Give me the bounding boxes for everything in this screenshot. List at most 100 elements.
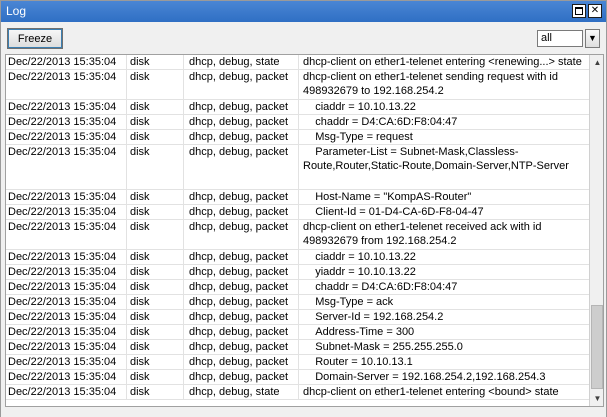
log-row[interactable]: Dec/22/2013 15:35:04 disk dhcp, debug, pac… <box>6 130 589 145</box>
log-message: dhcp-client on ether1-telenet entering <… <box>303 386 559 398</box>
filter-select[interactable]: all <box>537 30 583 47</box>
log-window: Log ✕ Freeze all ▼ Dec/22/2013 15:35:04 d… <box>0 0 607 417</box>
log-message: Subnet-Mask = 255.255.255.0 <box>303 341 463 353</box>
title-bar[interactable]: Log ✕ <box>1 1 606 22</box>
status-bar <box>1 409 606 417</box>
log-message: ciaddr = 10.10.13.22 <box>303 251 416 263</box>
log-tags: dhcp, debug, packet <box>185 70 299 99</box>
log-topic: disk <box>128 355 184 369</box>
log-tags: dhcp, debug, packet <box>185 145 299 189</box>
scroll-down-icon[interactable]: ▼ <box>590 391 603 406</box>
vertical-scrollbar[interactable]: ▲ ▼ <box>589 55 603 406</box>
log-row[interactable]: Dec/22/2013 15:35:04 disk dhcp, debug, pac… <box>6 295 589 310</box>
log-row[interactable]: Dec/22/2013 15:35:04 disk dhcp, debug, pac… <box>6 115 589 130</box>
log-topic: disk <box>128 325 184 339</box>
log-message: dhcp-client on ether1-telenet sending re… <box>303 71 562 97</box>
log-row[interactable]: Dec/22/2013 15:35:04 disk dhcp, debug, pac… <box>6 100 589 115</box>
log-message: Domain-Server = 192.168.254.2,192.168.25… <box>303 371 546 383</box>
log-time: Dec/22/2013 15:35:04 <box>8 385 127 399</box>
maximize-icon <box>575 7 583 15</box>
log-topic: disk <box>128 100 184 114</box>
filter-dropdown-button[interactable]: ▼ <box>585 29 600 48</box>
log-row[interactable]: Dec/22/2013 15:35:04 disk dhcp, debug, pac… <box>6 370 589 385</box>
log-topic: disk <box>128 370 184 384</box>
log-row[interactable]: Dec/22/2013 15:35:04 disk dhcp, debug, pac… <box>6 205 589 220</box>
log-time: Dec/22/2013 15:35:04 <box>8 265 127 279</box>
log-tags: dhcp, debug, packet <box>185 100 299 114</box>
scroll-up-icon[interactable]: ▲ <box>590 55 603 70</box>
log-message: yiaddr = 10.10.13.22 <box>303 266 416 278</box>
freeze-button[interactable]: Freeze <box>7 28 63 49</box>
log-tags: dhcp, debug, packet <box>185 295 299 309</box>
log-tags: dhcp, debug, packet <box>185 340 299 354</box>
log-time: Dec/22/2013 15:35:04 <box>8 220 127 249</box>
log-row[interactable]: Dec/22/2013 15:35:04 disk dhcp, debug, pac… <box>6 190 589 205</box>
close-icon: ✕ <box>590 5 600 16</box>
log-row[interactable]: Dec/22/2013 15:35:04 disk dhcp, debug, pac… <box>6 340 589 355</box>
log-time: Dec/22/2013 15:35:04 <box>8 250 127 264</box>
log-tags: dhcp, debug, packet <box>185 130 299 144</box>
log-time: Dec/22/2013 15:35:04 <box>8 130 127 144</box>
log-row[interactable]: Dec/22/2013 15:35:04 disk dhcp, debug, sta… <box>6 385 589 400</box>
log-row[interactable]: Dec/22/2013 15:35:04 disk dhcp, debug, pac… <box>6 265 589 280</box>
log-row[interactable]: Dec/22/2013 15:35:04 disk dhcp, debug, pac… <box>6 355 589 370</box>
log-time: Dec/22/2013 15:35:04 <box>8 115 127 129</box>
log-row[interactable]: Dec/22/2013 15:35:04 disk dhcp, debug, pac… <box>6 250 589 265</box>
log-row[interactable]: Dec/22/2013 15:35:04 disk dhcp, debug, pac… <box>6 280 589 295</box>
log-topic: disk <box>128 220 184 249</box>
log-topic: disk <box>128 250 184 264</box>
chevron-down-icon: ▼ <box>588 33 597 43</box>
log-time: Dec/22/2013 15:35:04 <box>8 325 127 339</box>
log-tags: dhcp, debug, packet <box>185 190 299 204</box>
log-tags: dhcp, debug, packet <box>185 265 299 279</box>
log-topic: disk <box>128 145 184 189</box>
log-time: Dec/22/2013 15:35:04 <box>8 295 127 309</box>
log-time: Dec/22/2013 15:35:04 <box>8 190 127 204</box>
log-time: Dec/22/2013 15:35:04 <box>8 70 127 99</box>
log-tags: dhcp, debug, packet <box>185 280 299 294</box>
log-time: Dec/22/2013 15:35:04 <box>8 100 127 114</box>
log-time: Dec/22/2013 15:35:04 <box>8 145 127 189</box>
log-topic: disk <box>128 280 184 294</box>
close-button[interactable]: ✕ <box>588 4 602 18</box>
log-row[interactable]: Dec/22/2013 15:35:04 disk dhcp, debug, sta… <box>6 55 589 70</box>
log-list[interactable]: Dec/22/2013 15:35:04 disk dhcp, debug, sta… <box>5 54 604 407</box>
log-message: Client-Id = 01-D4-CA-6D-F8-04-47 <box>303 206 484 218</box>
toolbar: Freeze all ▼ <box>1 22 606 52</box>
log-message: Server-Id = 192.168.254.2 <box>303 311 444 323</box>
log-tags: dhcp, debug, packet <box>185 310 299 324</box>
log-time: Dec/22/2013 15:35:04 <box>8 55 127 69</box>
log-topic: disk <box>128 70 184 99</box>
log-row[interactable]: Dec/22/2013 15:35:04 disk dhcp, debug, pac… <box>6 145 589 190</box>
log-tags: dhcp, debug, packet <box>185 250 299 264</box>
log-time: Dec/22/2013 15:35:04 <box>8 280 127 294</box>
log-topic: disk <box>128 190 184 204</box>
maximize-button[interactable] <box>572 4 586 18</box>
log-topic: disk <box>128 115 184 129</box>
log-topic: disk <box>128 385 184 399</box>
log-topic: disk <box>128 340 184 354</box>
log-tags: dhcp, debug, state <box>185 55 299 69</box>
log-topic: disk <box>128 310 184 324</box>
scrollbar-thumb[interactable] <box>591 305 603 389</box>
log-message: Router = 10.10.13.1 <box>303 356 413 368</box>
log-message: chaddr = D4:CA:6D:F8:04:47 <box>303 281 458 293</box>
log-message: dhcp-client on ether1-telenet received a… <box>303 221 545 247</box>
log-row[interactable]: Dec/22/2013 15:35:04 disk dhcp, debug, pac… <box>6 220 589 250</box>
log-tags: dhcp, debug, packet <box>185 325 299 339</box>
log-rows: Dec/22/2013 15:35:04 disk dhcp, debug, sta… <box>6 55 589 400</box>
log-tags: dhcp, debug, state <box>185 385 299 399</box>
log-message: Msg-Type = request <box>303 131 413 143</box>
log-time: Dec/22/2013 15:35:04 <box>8 205 127 219</box>
log-row[interactable]: Dec/22/2013 15:35:04 disk dhcp, debug, pac… <box>6 325 589 340</box>
log-topic: disk <box>128 295 184 309</box>
log-tags: dhcp, debug, packet <box>185 370 299 384</box>
log-row[interactable]: Dec/22/2013 15:35:04 disk dhcp, debug, pac… <box>6 310 589 325</box>
log-topic: disk <box>128 55 184 69</box>
log-time: Dec/22/2013 15:35:04 <box>8 370 127 384</box>
log-message: Host-Name = "KompAS-Router" <box>303 191 472 203</box>
log-message: Address-Time = 300 <box>303 326 415 338</box>
log-time: Dec/22/2013 15:35:04 <box>8 340 127 354</box>
log-row[interactable]: Dec/22/2013 15:35:04 disk dhcp, debug, pac… <box>6 70 589 100</box>
log-topic: disk <box>128 130 184 144</box>
